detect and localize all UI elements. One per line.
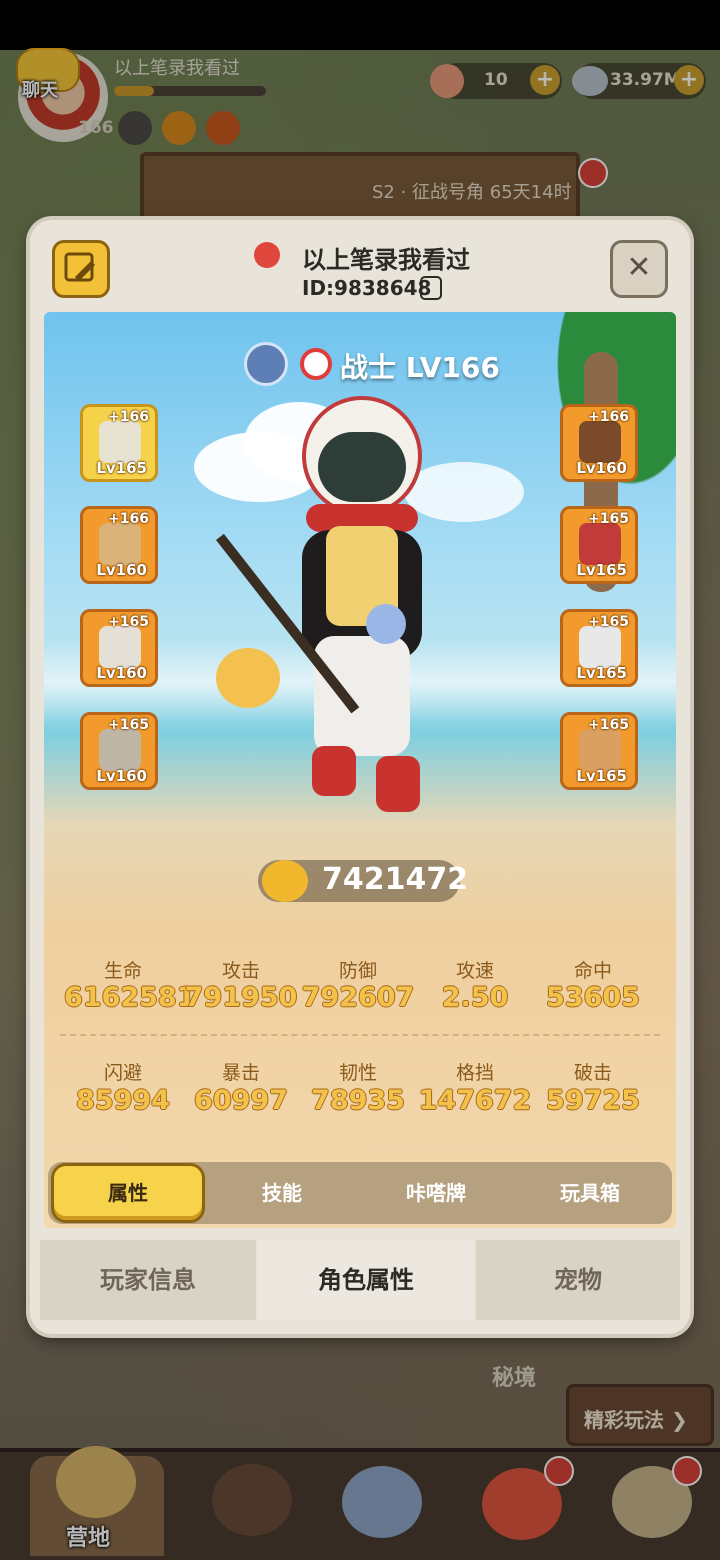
stat-label: 防御 [338, 960, 377, 982]
stat-value: 6162581 [64, 982, 196, 1013]
stat-label: 韧性 [338, 1062, 377, 1084]
equipment-icon [579, 421, 621, 463]
stat-value: 60997 [194, 1085, 288, 1116]
equipment-enhance: +166 [108, 409, 149, 425]
stat-label: 格挡 [455, 1062, 494, 1084]
stat-value: 53605 [546, 982, 640, 1013]
tab-skills[interactable]: 技能 [208, 1166, 356, 1220]
class-level-text: 战士 LV166 [340, 351, 500, 384]
power-value: 7421472 [322, 862, 469, 897]
edit-profile-button[interactable] [52, 240, 110, 298]
equipment-enhance: +165 [108, 614, 149, 630]
equipment-level: Lv160 [96, 664, 147, 682]
tab-cards[interactable]: 咔嗒牌 [362, 1166, 510, 1220]
equipment-slot[interactable]: +166 Lv160 [560, 404, 638, 482]
pet-companion [216, 648, 280, 708]
equipment-level: Lv165 [576, 561, 627, 579]
class-emblem-icon [244, 342, 288, 386]
copy-id-icon[interactable] [420, 276, 442, 300]
equipment-level: Lv160 [96, 561, 147, 579]
stat-value: 147672 [418, 1085, 532, 1116]
equipment-enhance: +165 [588, 614, 629, 630]
tab-player-info[interactable]: 玩家信息 [40, 1240, 256, 1320]
key-icon [254, 242, 280, 268]
pencil-icon [64, 252, 95, 282]
equipment-level: Lv165 [96, 459, 147, 477]
equipment-level: Lv160 [576, 459, 627, 477]
player-id: ID:9838648 [302, 276, 432, 300]
equipment-level: Lv165 [576, 767, 627, 785]
stat-label: 攻速 [455, 960, 494, 982]
equipment-level: Lv160 [96, 767, 147, 785]
modal-player-name: 以上笔录我看过 [302, 246, 470, 274]
stats-divider [60, 1034, 660, 1036]
stat-value: 59725 [546, 1085, 640, 1116]
equipment-slot[interactable]: +165 Lv165 [560, 609, 638, 687]
stat-label: 生命 [103, 960, 142, 982]
equipment-slot[interactable]: +165 Lv160 [80, 712, 158, 790]
power-arm-icon [262, 860, 308, 902]
stat-value: 792607 [301, 982, 415, 1013]
equipment-enhance: +165 [108, 717, 149, 733]
equipment-slot[interactable]: +166 Lv165 [80, 404, 158, 482]
equipment-icon [99, 626, 141, 668]
equipment-icon [579, 626, 621, 668]
tab-toybox[interactable]: 玩具箱 [516, 1166, 664, 1220]
status-bar [0, 0, 720, 50]
class-mark-icon [300, 348, 332, 380]
tab-pets[interactable]: 宠物 [476, 1240, 680, 1320]
equipment-level: Lv165 [576, 664, 627, 682]
stat-label: 命中 [573, 960, 612, 982]
tab-character-attributes[interactable]: 角色属性 [258, 1240, 474, 1320]
stat-label: 闪避 [103, 1062, 142, 1084]
equipment-enhance: +165 [588, 717, 629, 733]
equipment-enhance: +166 [108, 511, 149, 527]
equipment-enhance: +166 [588, 409, 629, 425]
pet-companion-2 [366, 604, 406, 644]
equipment-icon [99, 523, 141, 565]
equipment-slot[interactable]: +165 Lv160 [80, 609, 158, 687]
equipment-icon [99, 729, 141, 771]
stat-value: 78935 [311, 1085, 405, 1116]
equipment-slot[interactable]: +165 Lv165 [560, 712, 638, 790]
equipment-slot[interactable]: +166 Lv160 [80, 506, 158, 584]
close-button[interactable]: ✕ [610, 240, 668, 298]
stat-value: 85994 [76, 1085, 170, 1116]
hero-character [292, 396, 432, 826]
stat-value: 791950 [184, 982, 298, 1013]
equipment-icon [579, 523, 621, 565]
stat-label: 攻击 [221, 960, 260, 982]
equipment-slot[interactable]: +165 Lv165 [560, 506, 638, 584]
equipment-icon [99, 421, 141, 463]
stat-label: 破击 [573, 1062, 612, 1084]
stat-value: 2.50 [441, 982, 509, 1013]
equipment-icon [579, 729, 621, 771]
stat-label: 暴击 [221, 1062, 260, 1084]
tab-attributes[interactable]: 属性 [54, 1166, 202, 1220]
equipment-enhance: +165 [588, 511, 629, 527]
